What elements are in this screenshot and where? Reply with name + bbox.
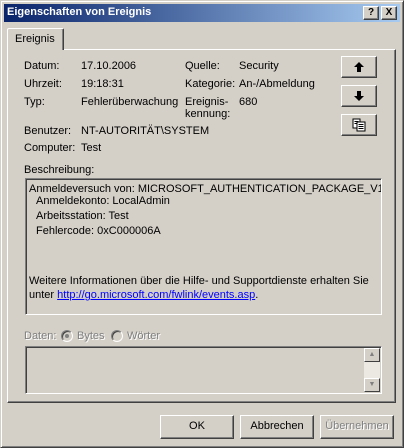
description-link-line: unter http://go.microsoft.com/fwlink/eve… <box>29 289 258 301</box>
link-suffix: . <box>255 289 259 301</box>
data-label: Daten: <box>24 330 57 342</box>
help-link[interactable]: http://go.microsoft.com/fwlink/events.as… <box>57 289 255 301</box>
date-label: Datum: <box>24 60 60 72</box>
tab-ereignis[interactable]: Ereignis <box>7 28 64 50</box>
arrow-down-icon <box>354 91 364 101</box>
computer-label: Computer: <box>24 142 76 154</box>
tab-label: Ereignis <box>15 33 55 45</box>
event-id-value: 680 <box>239 96 258 108</box>
date-value: 17.10.2006 <box>81 60 137 72</box>
computer-value: Test <box>81 142 102 154</box>
link-prefix: unter <box>29 289 58 301</box>
category-label: Kategorie: <box>185 78 236 90</box>
close-button[interactable]: X <box>381 6 397 20</box>
description-line: Weitere Informationen über die Hilfe- un… <box>29 275 369 287</box>
type-value: Fehlerüberwachung <box>81 96 179 108</box>
type-label: Typ: <box>24 96 45 108</box>
source-value: Security <box>239 60 279 72</box>
description-textbox[interactable]: Anmeldeversuch von: MICROSOFT_AUTHENTICA… <box>25 178 382 315</box>
close-icon: X <box>385 7 393 18</box>
window-title: Eigenschaften von Ereignis <box>7 6 152 18</box>
next-event-button[interactable] <box>341 85 377 107</box>
help-button[interactable]: ? <box>363 6 379 20</box>
radio-words[interactable] <box>111 330 123 342</box>
cancel-button[interactable]: Abbrechen <box>240 415 314 439</box>
event-id-label-line1: Ereignis- <box>185 96 229 108</box>
time-value: 19:18:31 <box>81 78 124 90</box>
scroll-down-icon: ▼ <box>364 378 380 392</box>
description-line: Anmeldeversuch von: MICROSOFT_AUTHENTICA… <box>29 183 382 195</box>
ok-button[interactable]: OK <box>160 415 234 439</box>
description-line: Anmeldekonto: LocalAdmin <box>36 195 170 207</box>
description-line: Arbeitsstation: Test <box>36 210 129 222</box>
previous-event-button[interactable] <box>341 56 377 78</box>
help-icon: ? <box>367 7 375 18</box>
copy-icon <box>352 118 366 132</box>
radio-bytes-dot <box>65 334 69 338</box>
description-line: Fehlercode: 0xC000006A <box>36 225 161 237</box>
copy-button[interactable] <box>341 114 377 136</box>
event-id-label-line2: kennung: <box>185 108 231 120</box>
radio-bytes[interactable] <box>61 330 73 342</box>
category-value: An-/Abmeldung <box>239 78 315 90</box>
user-value: NT-AUTORITÄT\SYSTEM <box>81 125 210 137</box>
radio-bytes-label: Bytes <box>77 330 105 342</box>
arrow-up-icon <box>354 62 364 72</box>
scroll-up-icon: ▲ <box>364 348 380 362</box>
user-label: Benutzer: <box>24 125 72 137</box>
title-bar[interactable]: Eigenschaften von Ereignis ? X <box>4 4 400 22</box>
description-label: Beschreibung: <box>24 164 95 176</box>
event-properties-dialog: Eigenschaften von Ereignis ? X Ereignis … <box>0 0 404 448</box>
time-label: Uhrzeit: <box>24 78 62 90</box>
data-textbox: ▲ ▼ <box>25 346 382 394</box>
apply-button: Übernehmen <box>320 415 394 439</box>
data-scrollbar: ▲ ▼ <box>364 348 380 392</box>
radio-words-label: Wörter <box>127 330 160 342</box>
source-label: Quelle: <box>185 60 220 72</box>
